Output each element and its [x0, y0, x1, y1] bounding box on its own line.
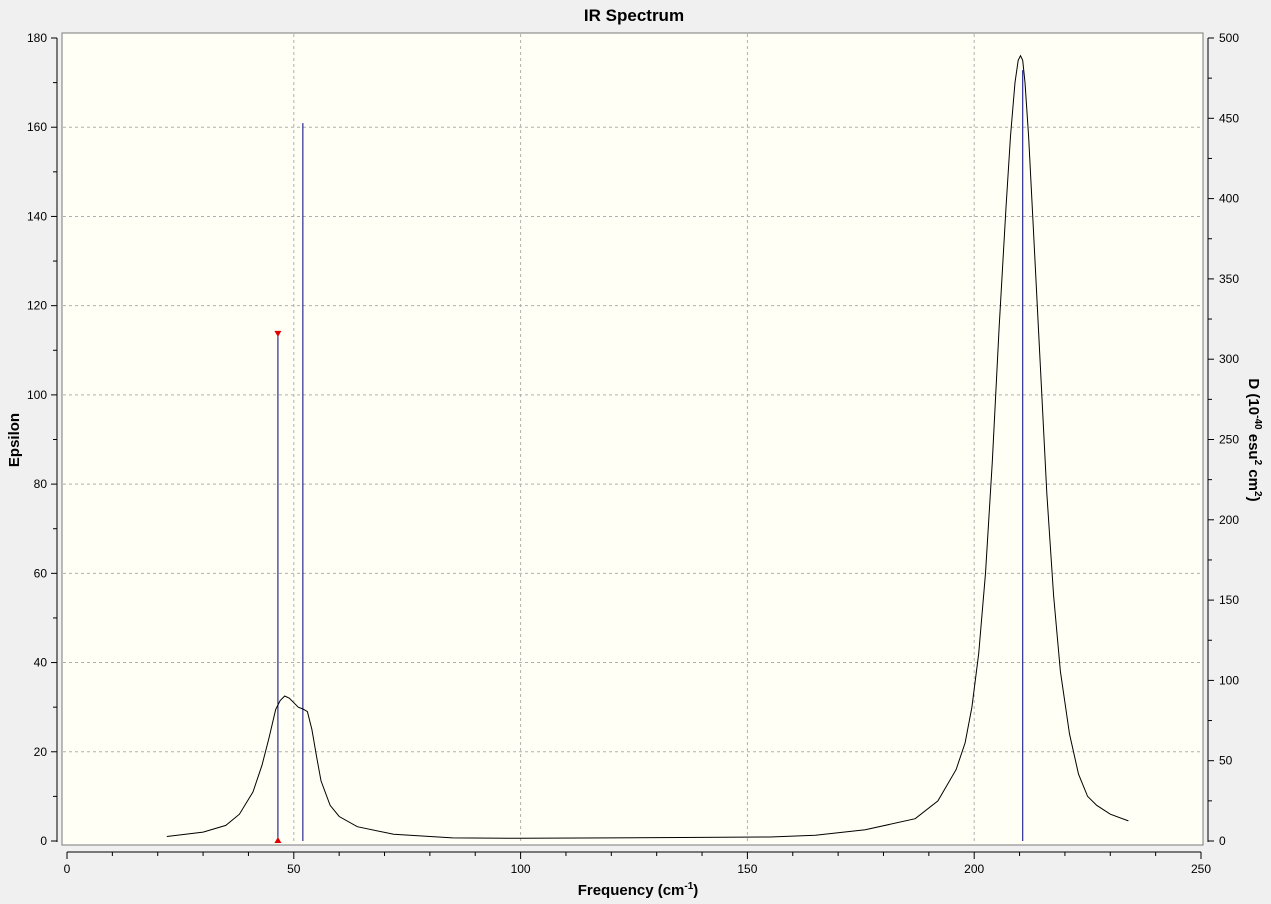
- x-axis-label: Frequency (cm-1): [578, 881, 699, 899]
- y-right-tick-label: 500: [1219, 31, 1239, 45]
- x-tick-label: 50: [287, 862, 301, 876]
- y-left-tick-label: 120: [27, 299, 47, 313]
- y-right-tick-label: 350: [1219, 272, 1239, 286]
- y-right-tick-label: 200: [1219, 513, 1239, 527]
- y-left-tick-label: 100: [27, 388, 47, 402]
- y-right-tick-label: 0: [1219, 834, 1226, 848]
- x-axis-ticks: 0 50 100 150 200 250: [64, 852, 1211, 876]
- ir-spectrum-chart: 0 50 100 150 200 250 0 20 40 60 80 100 120 140 160 180…: [6, 6, 1263, 899]
- y-left-tick-label: 140: [27, 209, 47, 223]
- y-left-tick-label: 80: [34, 477, 48, 491]
- y-right-tick-label: 50: [1219, 754, 1233, 768]
- y-left-tick-label: 60: [34, 566, 48, 580]
- y-axis-left-label: Epsilon: [6, 413, 23, 467]
- y-left-tick-label: 20: [34, 745, 48, 759]
- x-tick-label: 150: [737, 862, 757, 876]
- y-left-tick-label: 0: [40, 834, 47, 848]
- y-right-tick-label: 300: [1219, 352, 1239, 366]
- y-left-tick-label: 160: [27, 120, 47, 134]
- y-axis-right-label: D (10-40 esu2 cm2): [1245, 378, 1263, 501]
- y-right-tick-label: 450: [1219, 111, 1239, 125]
- x-tick-label: 250: [1191, 862, 1211, 876]
- y-right-tick-label: 100: [1219, 673, 1239, 687]
- plot-area: [61, 32, 1204, 846]
- x-tick-label: 200: [964, 862, 984, 876]
- y-axis-left-ticks: 0 20 40 60 80 100 120 140 160 180: [27, 31, 57, 848]
- y-right-tick-label: 250: [1219, 433, 1239, 447]
- x-tick-label: 100: [511, 862, 531, 876]
- x-tick-label: 0: [64, 862, 71, 876]
- chart-title: IR Spectrum: [584, 6, 684, 25]
- y-left-tick-label: 40: [34, 656, 48, 670]
- y-axis-right-ticks: 0 50 100 150 200 250 300 350 400 450 500: [1208, 31, 1239, 848]
- y-right-tick-label: 400: [1219, 192, 1239, 206]
- y-right-tick-label: 150: [1219, 593, 1239, 607]
- y-left-tick-label: 180: [27, 31, 47, 45]
